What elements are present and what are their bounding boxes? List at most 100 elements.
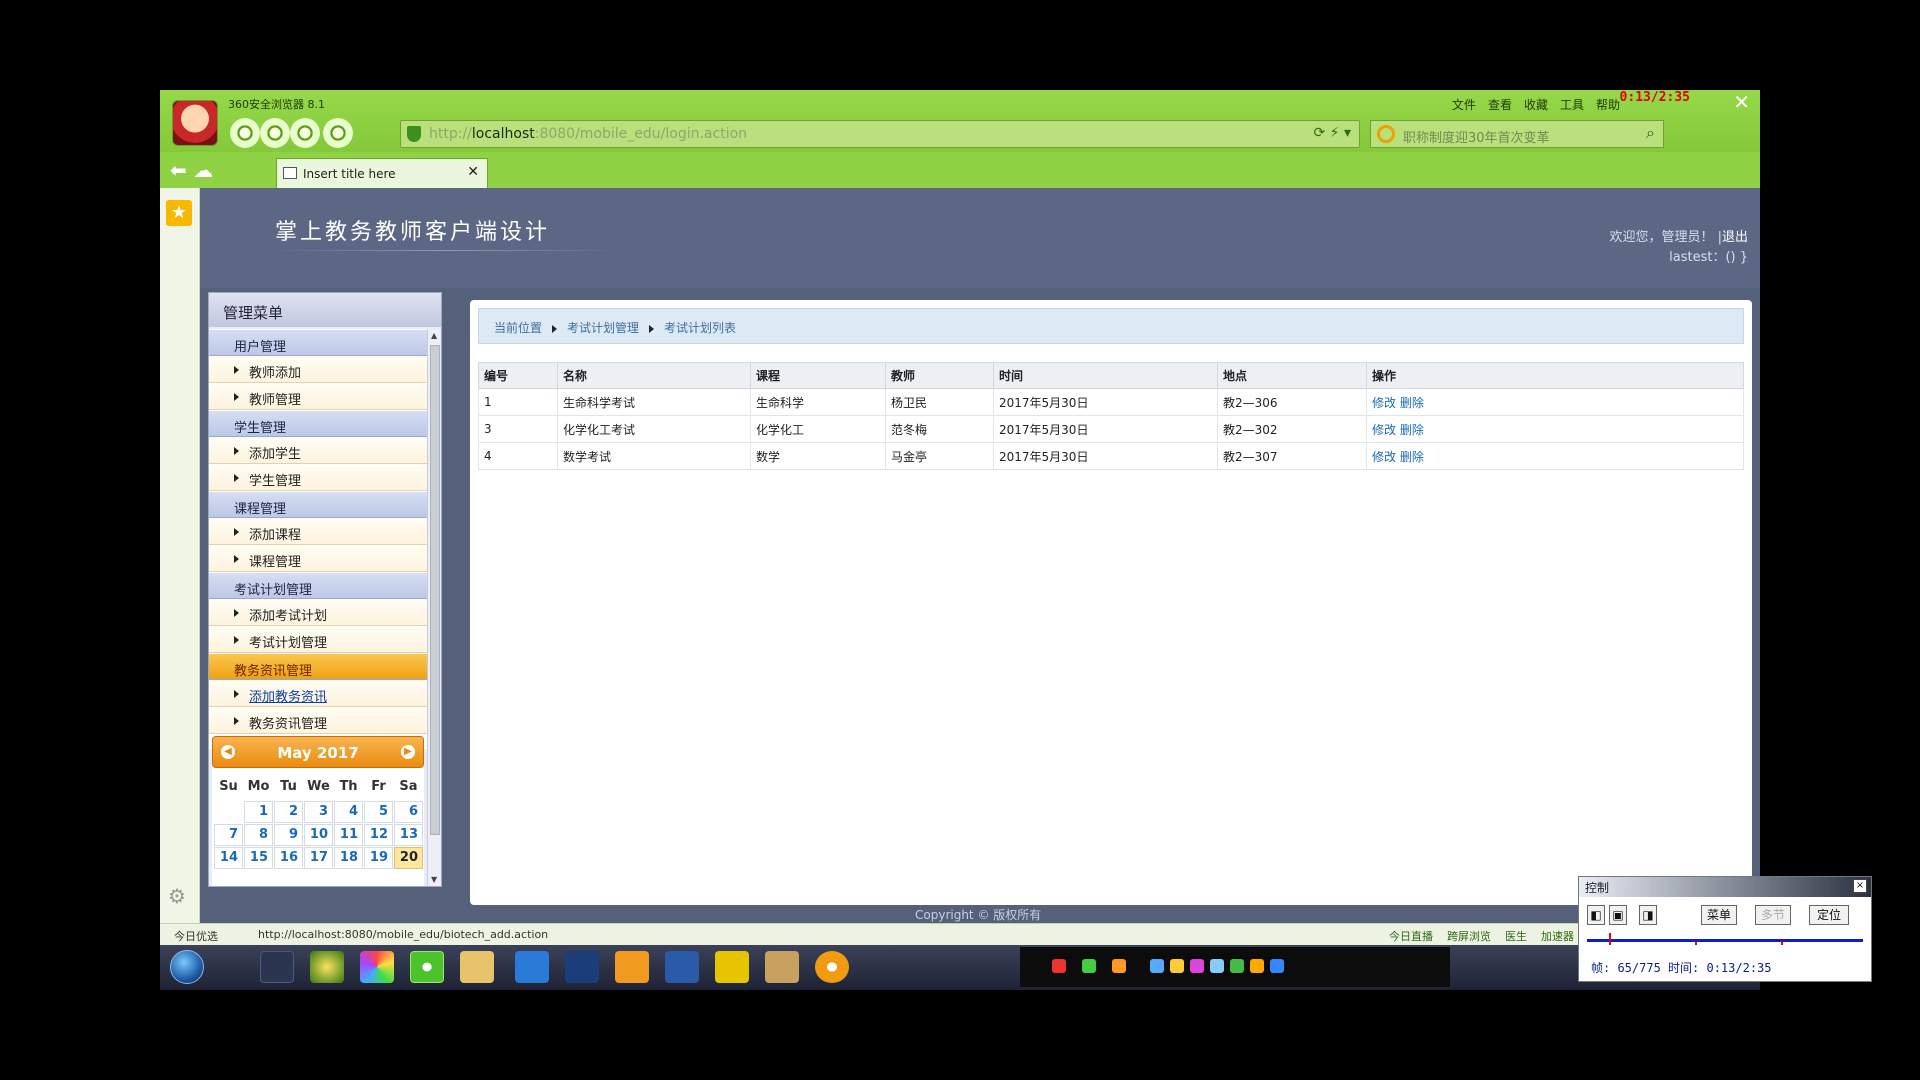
today-picks[interactable]: 今日优选 xyxy=(174,928,218,944)
calendar-day[interactable]: 9 xyxy=(274,824,303,846)
menu-group-news[interactable]: 教务资讯管理 xyxy=(209,653,427,680)
app-icon[interactable] xyxy=(260,951,294,983)
app-icon[interactable] xyxy=(360,951,394,983)
calendar-day[interactable]: 14 xyxy=(214,847,243,869)
calendar-day[interactable]: 17 xyxy=(304,847,333,869)
tray-icon[interactable] xyxy=(1230,959,1244,973)
gear-icon[interactable]: ⚙ xyxy=(168,884,186,908)
status-crossscreen[interactable]: 跨屏浏览 xyxy=(1447,928,1491,944)
breadcrumb-home[interactable]: 当前位置 xyxy=(494,321,542,335)
menu-help[interactable]: 帮助 xyxy=(1596,96,1620,113)
back-arrow-icon[interactable]: ⬅ ☁ xyxy=(170,158,213,182)
menu-item-exam-plan-manage[interactable]: 考试计划管理 xyxy=(209,626,427,653)
edit-link[interactable]: 修改 xyxy=(1372,396,1396,410)
next-frame-button[interactable]: ◨ xyxy=(1639,905,1657,925)
scroll-up-icon[interactable]: ▲ xyxy=(431,331,437,340)
status-live[interactable]: 今日直播 xyxy=(1389,928,1433,944)
edit-link[interactable]: 修改 xyxy=(1372,423,1396,437)
tray-icon[interactable] xyxy=(1250,959,1264,973)
address-bar[interactable]: http://localhost:8080/mobile_edu/login.a… xyxy=(400,120,1360,148)
calendar-day[interactable]: 18 xyxy=(334,847,363,869)
logout-link[interactable]: 退出 xyxy=(1722,230,1748,245)
menu-item-add-student[interactable]: 添加学生 xyxy=(209,437,427,464)
scroll-down-icon[interactable]: ▼ xyxy=(431,875,437,884)
browser-tab[interactable]: Insert title here ✕ xyxy=(276,158,488,188)
status-accelerator[interactable]: 加速器 xyxy=(1541,928,1574,944)
tray-icon[interactable] xyxy=(1270,959,1284,973)
user-avatar[interactable] xyxy=(172,100,218,146)
scroll-thumb[interactable] xyxy=(430,345,440,835)
outlook-icon[interactable] xyxy=(615,951,649,983)
menu-group-courses[interactable]: 课程管理 xyxy=(209,491,427,518)
tray-icon[interactable] xyxy=(1170,959,1184,973)
calendar-day[interactable]: 5 xyxy=(364,801,393,823)
wifi-icon[interactable] xyxy=(1082,959,1096,973)
menu-item-add-news[interactable]: 添加教务资讯 xyxy=(209,680,427,707)
progress-bar[interactable] xyxy=(1587,933,1863,945)
star-icon[interactable]: ★ xyxy=(166,200,192,226)
menu-favorites[interactable]: 收藏 xyxy=(1524,96,1548,113)
next-month-icon[interactable]: ▶ xyxy=(401,745,415,759)
calendar-day[interactable]: 12 xyxy=(364,824,393,846)
tray-icon[interactable] xyxy=(1112,959,1126,973)
delete-link[interactable]: 删除 xyxy=(1400,423,1424,437)
menu-item-teacher-manage[interactable]: 教师管理 xyxy=(209,383,427,410)
delete-link[interactable]: 删除 xyxy=(1400,450,1424,464)
tray-icon[interactable] xyxy=(1052,959,1066,973)
calendar-day[interactable]: 7 xyxy=(214,824,243,846)
menu-group-users[interactable]: 用户管理 xyxy=(209,329,427,356)
close-icon[interactable]: ✕ xyxy=(1733,90,1750,114)
menu-item-course-manage[interactable]: 课程管理 xyxy=(209,545,427,572)
calendar-day[interactable]: 4 xyxy=(334,801,363,823)
app-icon[interactable] xyxy=(715,951,749,983)
calendar-day[interactable]: 16 xyxy=(274,847,303,869)
calendar-today[interactable]: 20 xyxy=(394,847,423,869)
edit-link[interactable]: 修改 xyxy=(1372,450,1396,464)
menu-file[interactable]: 文件 xyxy=(1452,96,1476,113)
calendar-day[interactable]: 8 xyxy=(244,824,273,846)
app-icon[interactable] xyxy=(565,951,599,983)
app-icon[interactable] xyxy=(815,951,849,983)
menu-item-news-manage[interactable]: 教务资讯管理 xyxy=(209,707,427,734)
menu-group-exams[interactable]: 考试计划管理 xyxy=(209,572,427,599)
tray-icon[interactable] xyxy=(1190,959,1204,973)
close-icon[interactable]: × xyxy=(1853,879,1867,893)
word-icon[interactable] xyxy=(665,951,699,983)
search-box[interactable]: 职称制度迎30年首次变革 ⌕ xyxy=(1370,120,1664,148)
app-icon[interactable] xyxy=(310,951,344,983)
menu-group-students[interactable]: 学生管理 xyxy=(209,410,427,437)
app-icon[interactable] xyxy=(515,951,549,983)
calendar-day[interactable]: 6 xyxy=(394,801,423,823)
search-input[interactable]: 职称制度迎30年首次变革 xyxy=(1403,127,1550,146)
menu-item-student-manage[interactable]: 学生管理 xyxy=(209,464,427,491)
menu-tools[interactable]: 工具 xyxy=(1560,96,1584,113)
menu-item-add-teacher[interactable]: 教师添加 xyxy=(209,356,427,383)
folder-icon[interactable] xyxy=(460,951,494,983)
app-icon[interactable] xyxy=(765,951,799,983)
menu-item-add-exam-plan[interactable]: 添加考试计划 xyxy=(209,599,427,626)
tray-icon[interactable] xyxy=(1210,959,1224,973)
delete-link[interactable]: 删除 xyxy=(1400,396,1424,410)
breadcrumb-current[interactable]: 考试计划列表 xyxy=(664,321,736,335)
prev-frame-button[interactable]: ◧ xyxy=(1587,905,1605,925)
tab-close-icon[interactable]: ✕ xyxy=(467,164,479,180)
sidebar-scrollbar[interactable]: ▲ ▼ xyxy=(427,329,441,886)
calendar-day[interactable]: 11 xyxy=(334,824,363,846)
refresh-icon[interactable]: ⟳ ⚡ ▾ xyxy=(1314,125,1352,141)
tray-icon[interactable] xyxy=(1150,959,1164,973)
start-button[interactable] xyxy=(170,950,204,984)
calendar-day[interactable]: 13 xyxy=(394,824,423,846)
status-doctor[interactable]: 医生 xyxy=(1505,928,1527,944)
prev-month-icon[interactable]: ◀ xyxy=(221,745,235,759)
calendar-day[interactable]: 19 xyxy=(364,847,393,869)
calendar-day[interactable]: 2 xyxy=(274,801,303,823)
calendar-day[interactable]: 1 xyxy=(244,801,273,823)
calendar-day[interactable]: 15 xyxy=(244,847,273,869)
menu-view[interactable]: 查看 xyxy=(1488,96,1512,113)
menu-item-add-course[interactable]: 添加课程 xyxy=(209,518,427,545)
calendar-day[interactable]: 10 xyxy=(304,824,333,846)
locate-button[interactable]: 定位 xyxy=(1809,905,1849,925)
browser-taskbar-icon[interactable] xyxy=(410,951,444,983)
stop-button[interactable]: ▣ xyxy=(1609,905,1627,925)
search-icon[interactable]: ⌕ xyxy=(1646,123,1655,143)
